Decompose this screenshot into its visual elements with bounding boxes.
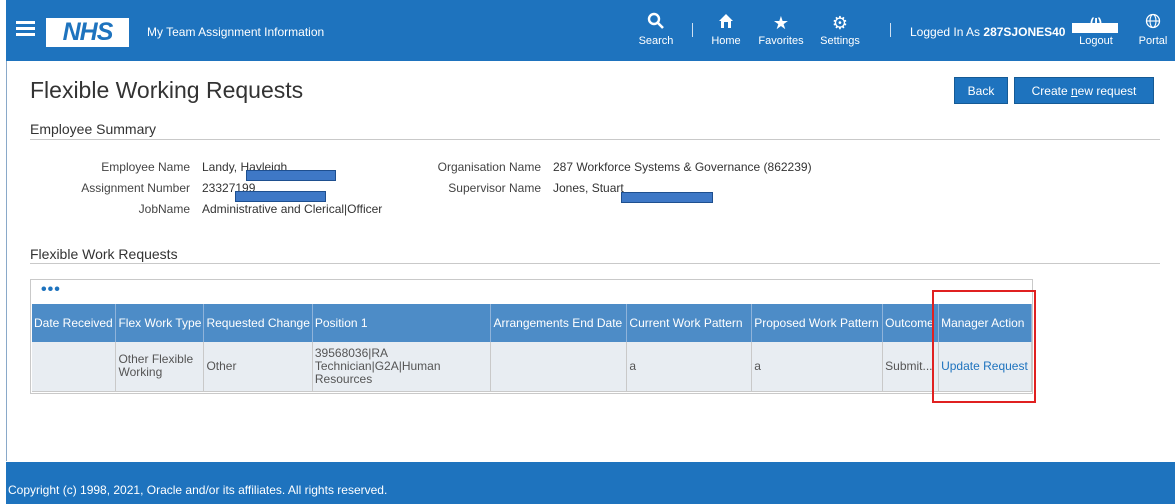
create-label-post: ew request [1077,84,1137,98]
nav-divider [890,23,891,37]
cell-arrangements-end-date [490,342,628,392]
logout-label: Logout [1079,35,1113,47]
create-label-pre: Create [1031,84,1071,98]
logged-in-text: Logged In As 287SJONES40 [910,25,1065,39]
home-button[interactable]: Home [709,12,743,48]
job-name-value: Administrative and Clerical|Officer [202,202,383,216]
organisation-name-value: 287 Workforce Systems & Governance (8622… [553,160,812,174]
column-header[interactable]: Position 1 [312,304,492,342]
requests-table: Date Received Flex Work Type Requested C… [32,304,1032,392]
redaction-box [235,191,326,202]
table-header-row: Date Received Flex Work Type Requested C… [32,304,1032,342]
organisation-name-label: Organisation Name [437,160,541,174]
employee-name-label: Employee Name [101,160,190,174]
cell-date-received [32,342,117,392]
column-header[interactable]: Date Received [32,304,117,342]
top-bar: NHS My Team Assignment Information Searc… [6,0,1175,61]
back-button[interactable]: Back [954,77,1008,104]
logout-button[interactable]: (I) Logout [1076,12,1116,48]
search-button[interactable]: Search [638,12,674,48]
favorites-button[interactable]: ★ Favorites [754,12,808,48]
portal-label: Portal [1138,35,1168,47]
cell-requested-change: Other [203,342,313,392]
back-label: Back [967,84,995,98]
job-name-label: JobName [138,202,190,216]
redaction-box [246,170,336,181]
redaction-box [621,192,713,203]
page-left-border [6,61,7,461]
globe-icon [1135,12,1171,34]
cell-flex-work-type: Other Flexible Working [115,342,205,392]
table-row: Other Flexible Working Other 39568036|RA… [32,342,1032,392]
page-title: Flexible Working Requests [30,77,304,103]
logged-in-prefix: Logged In As [910,25,984,39]
app-title: My Team Assignment Information [147,25,325,39]
column-header[interactable]: Current Work Pattern [626,304,753,342]
supervisor-name-value: Jones, Stuart [553,181,624,195]
section-divider [30,139,1160,140]
cell-proposed-work-pattern: a [751,342,884,392]
cell-current-work-pattern: a [626,342,753,392]
home-icon [709,12,743,34]
section-divider [30,263,1160,264]
employee-summary-title: Employee Summary [30,121,157,137]
favorites-label: Favorites [758,35,804,47]
gear-icon: ⚙ [831,13,849,33]
portal-button[interactable]: Portal [1135,12,1171,48]
home-label: Home [711,35,741,47]
supervisor-name-label: Supervisor Name [448,181,541,195]
column-header[interactable]: Arrangements End Date [490,304,628,342]
cell-outcome: Submit... [882,342,940,392]
menu-icon[interactable] [16,21,35,37]
column-header[interactable]: Proposed Work Pattern [751,304,884,342]
create-new-request-button[interactable]: Create new request [1014,77,1154,104]
nav-divider [692,23,693,37]
column-header[interactable]: Flex Work Type [115,304,205,342]
flexible-work-requests-title: Flexible Work Requests [30,246,178,262]
logged-in-user: 287SJONES40 [983,25,1066,39]
search-label: Search [638,35,674,47]
nhs-logo: NHS [46,18,129,47]
star-icon: ★ [772,13,790,33]
more-actions-icon[interactable]: ••• [41,282,61,298]
footer: Copyright (c) 1998, 2021, Oracle and/or … [6,462,1175,504]
column-header[interactable]: Requested Change [203,304,313,342]
power-icon: (I) [1089,15,1103,30]
search-icon [638,12,674,34]
assignment-number-label: Assignment Number [81,181,190,195]
requests-table-panel: ••• Date Received Flex Work Type Request… [30,279,1033,394]
highlight-box [932,290,1036,403]
settings-label: Settings [820,35,860,47]
create-label-accel: n [1070,84,1078,98]
settings-button[interactable]: ⚙ Settings [817,12,863,48]
copyright-text: Copyright (c) 1998, 2021, Oracle and/or … [8,483,388,497]
cell-position-1: 39568036|RA Technician|G2A|Human Resourc… [312,342,492,392]
column-header[interactable]: Outcome [882,304,940,342]
